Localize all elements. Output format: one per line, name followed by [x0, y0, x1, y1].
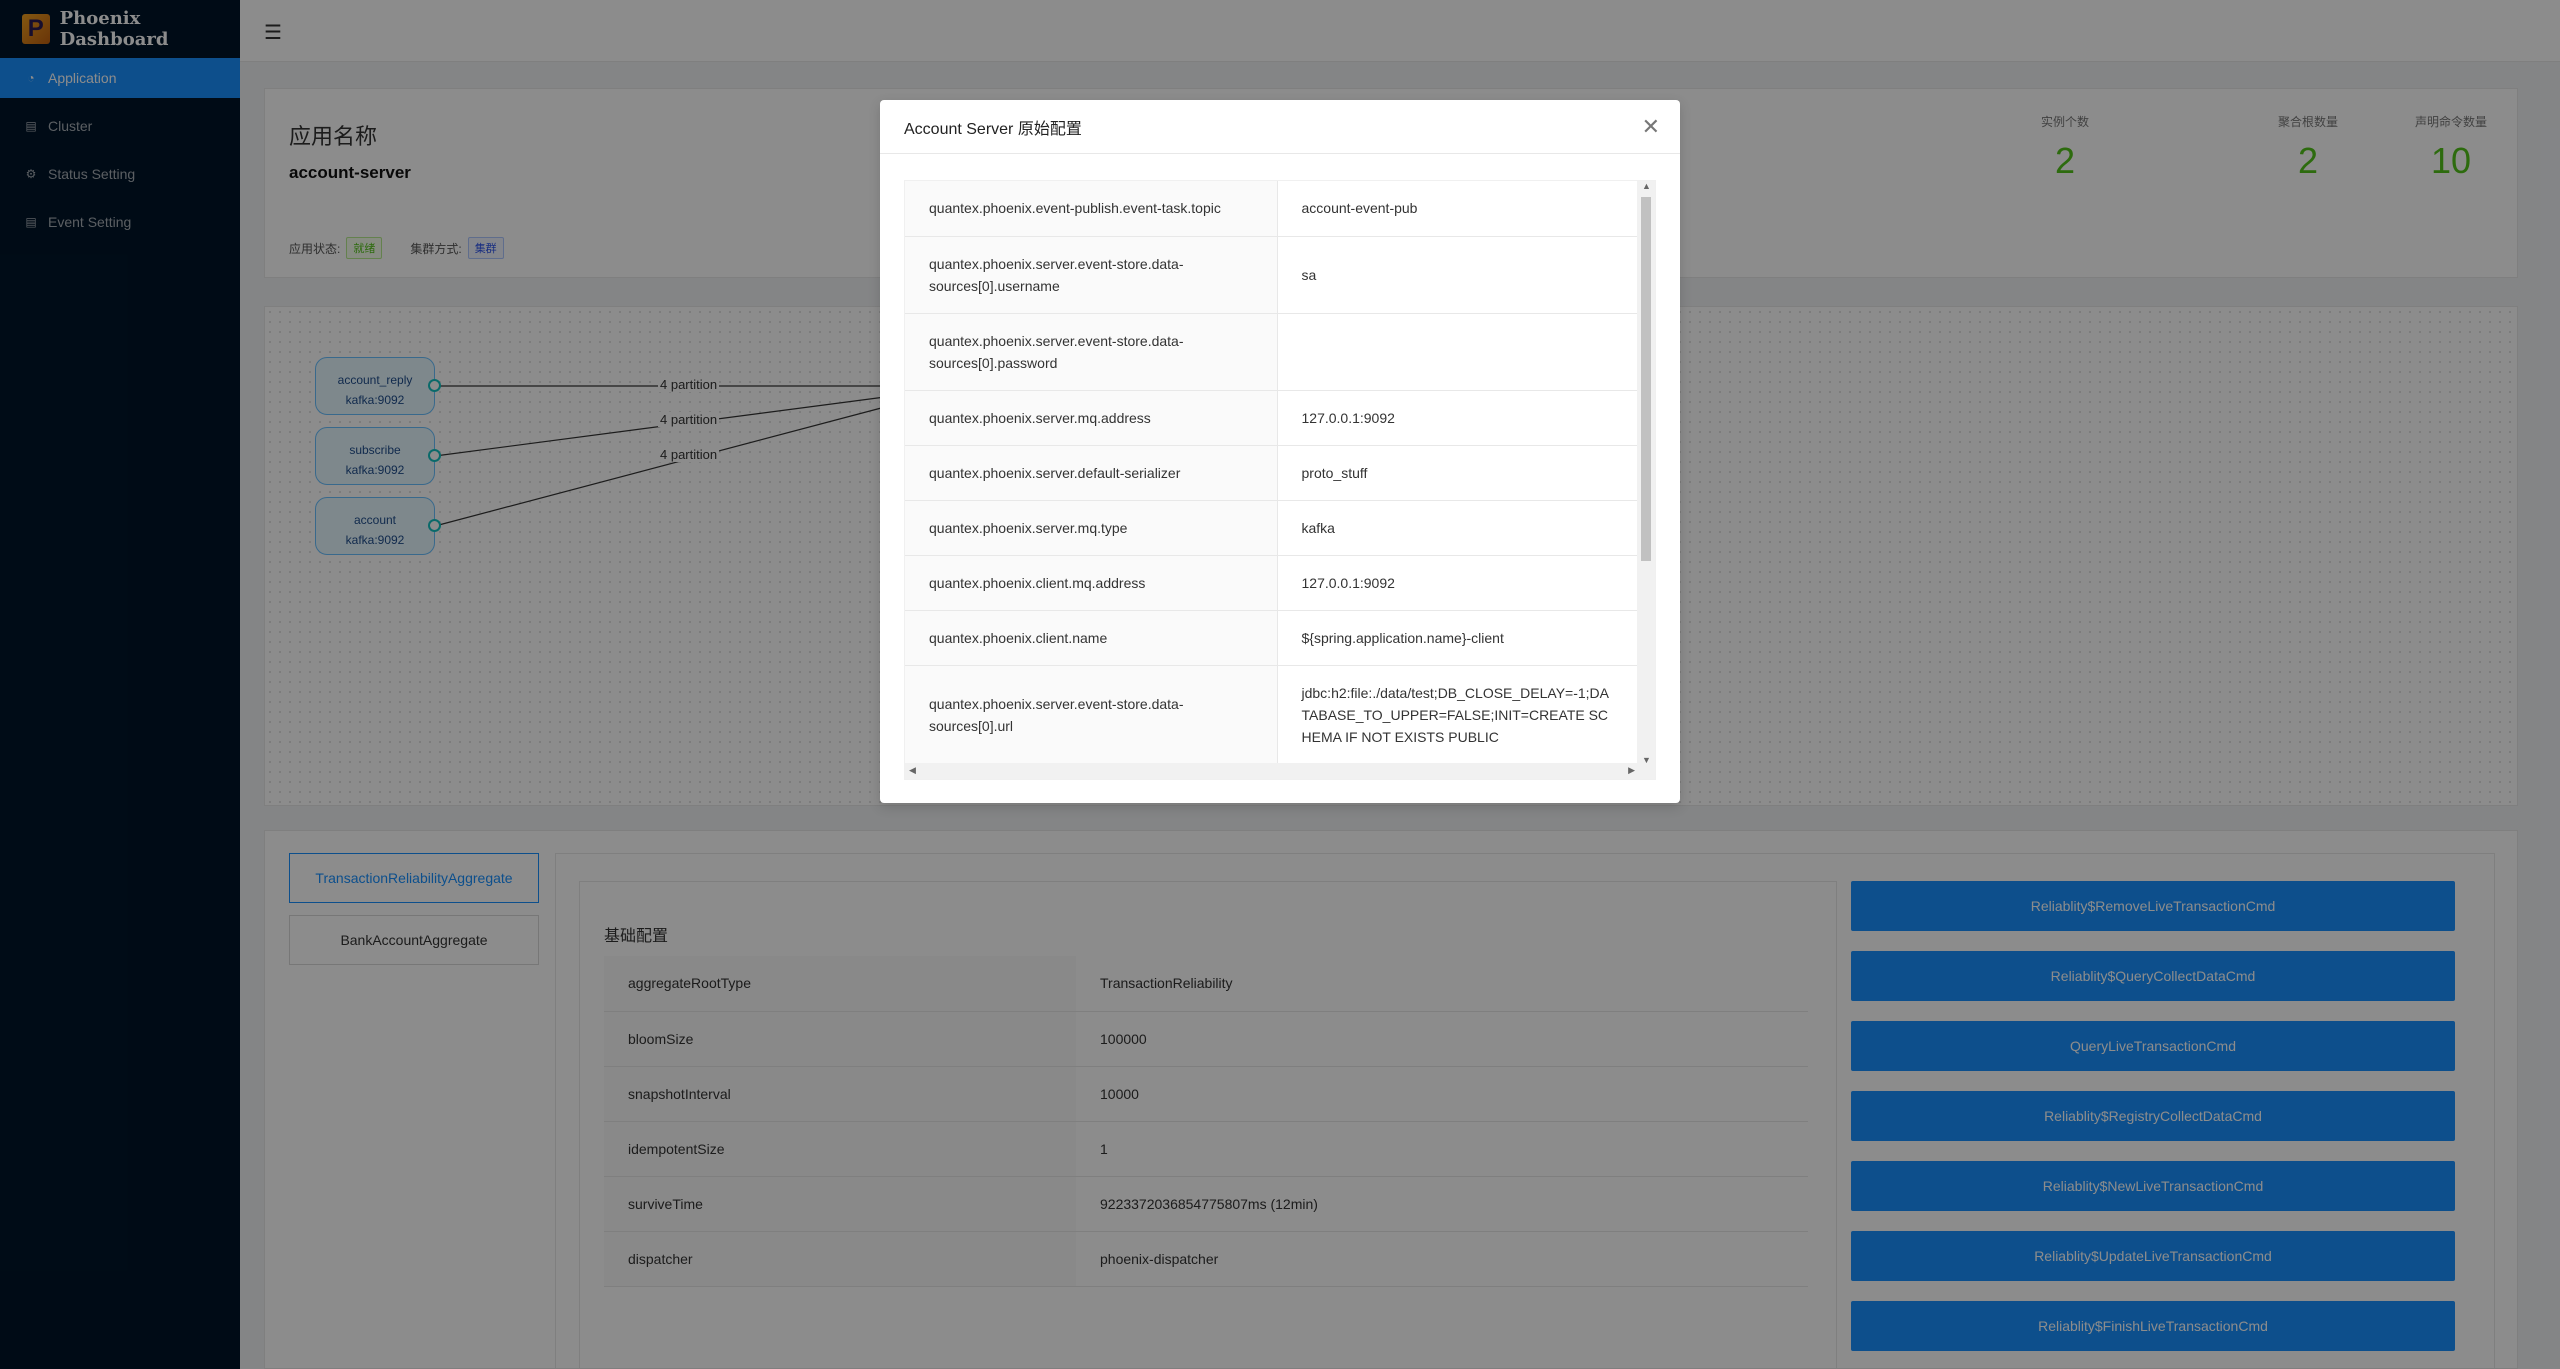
scroll-right-icon[interactable]: ▶ — [1628, 765, 1635, 776]
config-key: quantex.phoenix.server.event-store.data-… — [905, 236, 1278, 314]
config-key: quantex.phoenix.client.name — [905, 610, 1278, 666]
vertical-scrollbar[interactable]: ▲ ▼ — [1637, 181, 1655, 765]
table-row: quantex.phoenix.client.mq.address 127.0.0… — [905, 555, 1639, 611]
modal-body[interactable]: quantex.phoenix.event-publish.event-task… — [904, 180, 1656, 780]
table-row: quantex.phoenix.event-publish.event-task… — [905, 181, 1639, 237]
table-row: quantex.phoenix.server.event-store.data-… — [905, 236, 1639, 314]
scroll-left-icon[interactable]: ◀ — [909, 765, 916, 776]
config-key: quantex.phoenix.client.mq.address — [905, 555, 1278, 611]
close-icon[interactable]: ✕ — [1642, 114, 1660, 140]
table-row: quantex.phoenix.server.mq.address 127.0.0… — [905, 390, 1639, 446]
config-value: proto_stuff — [1277, 445, 1639, 501]
config-value: 127.0.0.1:9092 — [1277, 390, 1639, 446]
table-row: quantex.phoenix.server.default-serialize… — [905, 445, 1639, 501]
config-key: quantex.phoenix.server.mq.type — [905, 500, 1278, 556]
horizontal-scrollbar[interactable]: ◀ ▶ — [905, 763, 1655, 779]
modal-title: Account Server 原始配置 — [904, 120, 1082, 138]
config-value — [1277, 313, 1639, 391]
config-modal: Account Server 原始配置 ✕ quantex.phoenix.ev… — [880, 100, 1680, 803]
config-value: account-event-pub — [1277, 181, 1639, 237]
config-key: quantex.phoenix.server.event-store.data-… — [905, 665, 1278, 766]
table-row: quantex.phoenix.server.event-store.data-… — [905, 313, 1639, 391]
config-key: quantex.phoenix.server.default-serialize… — [905, 445, 1278, 501]
modal-header: Account Server 原始配置 — [880, 100, 1680, 154]
table-row: quantex.phoenix.server.event-store.data-… — [905, 665, 1639, 766]
config-value: ${spring.application.name}-client — [1277, 610, 1639, 666]
raw-config-table: quantex.phoenix.event-publish.event-task… — [905, 181, 1639, 766]
config-value: kafka — [1277, 500, 1639, 556]
table-row: quantex.phoenix.client.name ${spring.appl… — [905, 610, 1639, 666]
config-key: quantex.phoenix.server.mq.address — [905, 390, 1278, 446]
config-value: jdbc:h2:file:./data/test;DB_CLOSE_DELAY=… — [1277, 665, 1639, 766]
config-value: sa — [1277, 236, 1639, 314]
config-key: quantex.phoenix.server.event-store.data-… — [905, 313, 1278, 391]
config-value: 127.0.0.1:9092 — [1277, 555, 1639, 611]
scroll-up-icon[interactable]: ▲ — [1642, 181, 1651, 191]
config-key: quantex.phoenix.event-publish.event-task… — [905, 181, 1278, 237]
scrollbar-thumb[interactable] — [1641, 197, 1651, 561]
table-row: quantex.phoenix.server.mq.type kafka — [905, 500, 1639, 556]
